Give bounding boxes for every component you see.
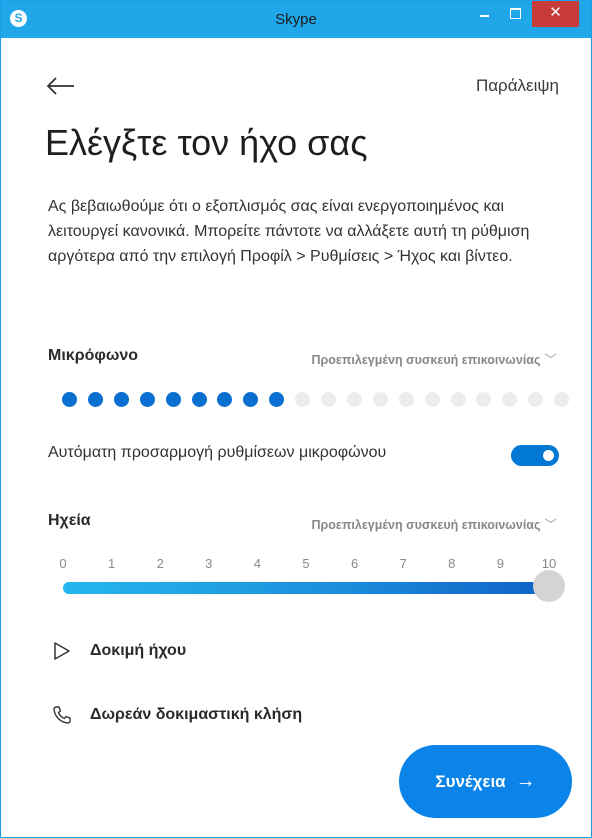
volume-tick-label: 9 bbox=[496, 556, 504, 571]
continue-label: Συνέχεια bbox=[435, 771, 506, 791]
volume-tick-label: 6 bbox=[350, 556, 359, 571]
mic-level-dot bbox=[62, 392, 77, 407]
volume-tick-label: 10 bbox=[541, 556, 557, 571]
microphone-device-value: Προεπιλεγμένη συσκευή επικοινωνίας bbox=[311, 353, 541, 367]
skip-link[interactable]: Παράλειψη bbox=[476, 76, 559, 96]
mic-level-dot bbox=[217, 392, 233, 407]
chevron-down-icon: ﹀ bbox=[544, 353, 557, 367]
skype-window: S Skype ✕ Παράλειψη Ελέγξτε τον ήχο σας … bbox=[0, 0, 592, 838]
mic-level-dot bbox=[372, 392, 388, 407]
free-test-call-label: Δωρεάν δοκιμαστική κλήση bbox=[90, 706, 303, 723]
volume-tick-label: 8 bbox=[448, 556, 456, 571]
volume-tick-label: 5 bbox=[302, 556, 310, 571]
minimize-button[interactable] bbox=[471, 1, 499, 27]
speakers-device-value: Προεπιλεγμένη συσκευή επικοινωνίας bbox=[311, 518, 541, 532]
test-sound-label: Δοκιμή ήχου bbox=[90, 642, 187, 659]
volume-tick-label: 1 bbox=[107, 556, 116, 571]
mic-level-dot bbox=[554, 392, 570, 407]
arrow-right-icon: → bbox=[515, 770, 536, 792]
intro-text: Ας βεβαιωθούμε ότι ο εξοπλισμός σας είνα… bbox=[48, 198, 530, 265]
free-test-call-button[interactable]: Δωρεάν δοκιμαστική κλήση bbox=[52, 703, 302, 727]
mic-level-dot bbox=[87, 392, 103, 407]
volume-slider[interactable] bbox=[63, 582, 549, 594]
volume-tick-label: 7 bbox=[399, 556, 407, 571]
mic-level-dot bbox=[113, 392, 129, 407]
speakers-device-select[interactable]: Προεπιλεγμένη συσκευή επικοινωνίας ﹀ bbox=[312, 514, 558, 533]
volume-tick-label: 2 bbox=[156, 556, 164, 571]
mic-level-dot bbox=[398, 392, 414, 407]
mic-level-dot bbox=[502, 392, 518, 407]
mic-level-dot bbox=[243, 392, 259, 407]
phone-icon bbox=[53, 706, 71, 724]
mic-level-dot bbox=[191, 392, 207, 407]
mic-level-dot bbox=[321, 392, 336, 407]
auto-adjust-toggle[interactable] bbox=[511, 445, 559, 466]
audio-setup-panel: Παράλειψη Ελέγξτε τον ήχο σας Ας βεβαιωθ… bbox=[1, 38, 591, 838]
volume-fill bbox=[63, 582, 549, 594]
close-button[interactable]: ✕ bbox=[532, 1, 579, 27]
mic-level-dot bbox=[269, 392, 285, 407]
mic-level-dot bbox=[295, 392, 311, 407]
title-bar[interactable]: S Skype ✕ bbox=[1, 1, 591, 38]
mic-level-dot bbox=[528, 392, 544, 407]
mic-level-dot bbox=[165, 392, 181, 407]
volume-slider-thumb[interactable] bbox=[533, 570, 565, 602]
mic-level-dot bbox=[476, 392, 492, 407]
mic-level-dot bbox=[139, 392, 155, 407]
page-title: Ελέγξτε τον ήχο σας bbox=[45, 122, 368, 163]
microphone-label: Μικρόφωνο bbox=[48, 347, 138, 364]
continue-button[interactable]: Συνέχεια → bbox=[399, 745, 572, 818]
toggle-knob bbox=[543, 450, 554, 461]
maximize-button[interactable] bbox=[501, 1, 529, 27]
play-icon bbox=[54, 642, 70, 660]
auto-adjust-label: Αυτόματη προσαρμογή ρυθμίσεων μικροφώνου bbox=[48, 444, 387, 461]
microphone-level-meter bbox=[62, 392, 570, 408]
mic-level-dot bbox=[346, 392, 362, 407]
arrow-left-icon[interactable] bbox=[47, 76, 75, 96]
test-sound-button[interactable]: Δοκιμή ήχου bbox=[52, 639, 186, 663]
microphone-device-select[interactable]: Προεπιλεγμένη συσκευή επικοινωνίας ﹀ bbox=[312, 349, 558, 368]
chevron-down-icon: ﹀ bbox=[544, 518, 557, 532]
speakers-label: Ηχεία bbox=[48, 512, 91, 529]
mic-level-dot bbox=[450, 392, 466, 407]
volume-tick-label: 4 bbox=[253, 556, 261, 571]
volume-tick-label: 3 bbox=[205, 556, 213, 571]
volume-tick-label: 0 bbox=[59, 556, 67, 571]
volume-scale: 0 1 2 3 4 5 6 7 8 9 10 bbox=[56, 556, 556, 574]
mic-level-dot bbox=[424, 392, 440, 407]
